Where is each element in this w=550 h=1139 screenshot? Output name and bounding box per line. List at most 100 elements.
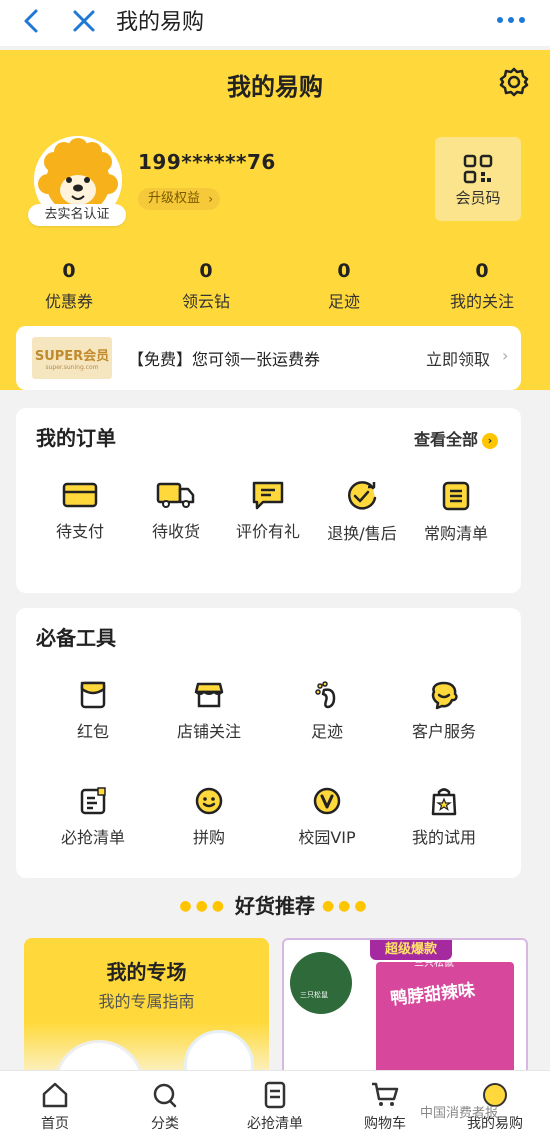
order-review[interactable]: 评价有礼: [218, 480, 318, 542]
user-phone: 199******76: [138, 150, 276, 174]
recommend-heading: ●●● 好货推荐 ●●●: [0, 890, 550, 919]
tool-label: 我的试用: [411, 828, 476, 847]
member-code-button[interactable]: 会员码: [435, 137, 521, 221]
page-title: 我的易购: [227, 73, 323, 101]
claim-now-link[interactable]: 立即领取: [426, 346, 490, 370]
tool-campus-vip[interactable]: 校园VIP: [277, 786, 377, 848]
chevron-right-icon: ›: [482, 433, 499, 449]
vip-icon: [313, 787, 341, 815]
stat-label: 优惠券: [44, 292, 93, 311]
tool-label: 拼购: [192, 828, 225, 847]
brand-logo: [290, 952, 352, 1014]
order-item-label: 待支付: [55, 522, 104, 541]
tool-footprint[interactable]: 足迹: [277, 680, 377, 742]
order-pending-receipt[interactable]: 待收货: [126, 480, 226, 542]
tool-label: 红包: [76, 722, 109, 741]
tool-my-trial[interactable]: 我的试用: [394, 786, 494, 848]
tool-red-packet[interactable]: 红包: [43, 680, 143, 742]
group-buy-icon: [195, 787, 223, 815]
decor-dots: ●●●: [179, 898, 229, 914]
order-item-label: 常购清单: [423, 524, 488, 543]
checklist-icon: [80, 787, 106, 815]
list-icon: [264, 1081, 286, 1109]
brand-label: 三只松鼠: [300, 991, 328, 999]
search-icon: [153, 1083, 177, 1108]
truck-icon: [156, 482, 195, 508]
order-pending-payment[interactable]: 待支付: [30, 480, 130, 542]
watermark: 中国消费者报: [420, 1106, 499, 1121]
tool-label: 校园VIP: [298, 828, 356, 847]
view-all-label: 查看全部: [414, 430, 479, 449]
chevron-right-icon: ›: [502, 346, 509, 365]
special-title: 我的专场: [106, 960, 187, 984]
comment-icon: [252, 481, 284, 510]
shipping-coupon-promo[interactable]: SUPER会员 super.suning.com 【免费】您可领一张运费券 立即…: [16, 326, 521, 390]
stat-diamonds[interactable]: 0 领云钻: [151, 260, 261, 312]
tab-category[interactable]: 分类: [120, 1081, 210, 1133]
order-item-label: 评价有礼: [235, 522, 300, 541]
tool-label: 客户服务: [411, 722, 476, 741]
order-item-label: 退换/售后: [327, 524, 397, 543]
stat-label: 我的关注: [449, 292, 514, 311]
top-nav-bar: 我的易购: [0, 0, 550, 46]
stat-label: 足迹: [327, 292, 360, 311]
tool-label: 足迹: [310, 722, 343, 741]
trial-bag-icon: [431, 788, 457, 816]
settings-icon[interactable]: [498, 66, 530, 98]
essential-tools-card: 必备工具 红包 店铺关注 足迹 客户服务 必抢清单 拼购 校园VIP 我的试用: [16, 608, 521, 878]
back-icon[interactable]: [20, 6, 44, 36]
orders-title: 我的订单: [36, 426, 116, 450]
tab-label: 首页: [41, 1116, 69, 1132]
my-special-card[interactable]: 我的专场 我的专属指南: [24, 938, 269, 1078]
view-all-orders-link[interactable]: 查看全部 ›: [414, 426, 499, 450]
order-refund[interactable]: 退换/售后: [312, 480, 412, 544]
tool-customer-service[interactable]: 客户服务: [394, 680, 494, 742]
stat-value: 0: [337, 260, 351, 282]
more-icon[interactable]: [496, 12, 526, 28]
special-subtitle: 我的专属指南: [98, 992, 195, 1011]
store-icon: [194, 682, 224, 708]
recommend-title: 好货推荐: [235, 894, 315, 918]
tool-must-grab-list[interactable]: 必抢清单: [43, 786, 143, 848]
nav-title: 我的易购: [116, 10, 205, 35]
close-icon[interactable]: [70, 6, 98, 36]
tab-home[interactable]: 首页: [10, 1081, 100, 1133]
tool-label: 店铺关注: [176, 722, 241, 741]
tab-cart[interactable]: 购物车: [340, 1081, 430, 1133]
tools-title: 必备工具: [36, 626, 116, 650]
qr-code-icon: [463, 154, 493, 184]
refund-icon: [348, 481, 377, 510]
super-member-badge: SUPER会员 super.suning.com: [32, 337, 112, 379]
tab-label: 购物车: [364, 1116, 406, 1132]
footprint-icon: [315, 681, 336, 709]
upgrade-benefits-button[interactable]: 升级权益 ›: [138, 188, 221, 210]
red-packet-icon: [80, 681, 106, 709]
stat-label: 领云钻: [181, 292, 230, 311]
stat-coupons[interactable]: 0 优惠券: [14, 260, 124, 312]
product-card[interactable]: 三只松鼠 三只松鼠 鸭脖甜辣味 超级爆款: [282, 938, 528, 1078]
order-item-label: 待收货: [151, 522, 200, 541]
super-badge-sub: super.suning.com: [45, 364, 99, 371]
tab-label: 必抢清单: [247, 1116, 303, 1132]
tool-label: 必抢清单: [60, 828, 125, 847]
order-frequent-list[interactable]: 常购清单: [406, 480, 506, 544]
hot-deal-badge: 超级爆款: [370, 940, 452, 960]
home-icon: [42, 1082, 68, 1108]
list-icon: [442, 481, 470, 511]
realname-verify-button[interactable]: 去实名认证: [28, 204, 126, 226]
stat-value: 0: [199, 260, 213, 282]
tool-group-buy[interactable]: 拼购: [159, 786, 259, 848]
card-icon: [62, 482, 98, 508]
stat-footprints[interactable]: 0 足迹: [289, 260, 399, 312]
tool-store-follow[interactable]: 店铺关注: [159, 680, 259, 742]
promo-text: 【免费】您可领一张运费券: [128, 350, 321, 369]
service-icon: [431, 681, 458, 710]
stat-follows[interactable]: 0 我的关注: [427, 260, 537, 312]
tab-label: 分类: [151, 1116, 179, 1132]
stat-value: 0: [62, 260, 76, 282]
chevron-right-icon: ›: [208, 192, 214, 206]
upgrade-label: 升级权益: [148, 191, 201, 206]
member-code-label: 会员码: [455, 189, 501, 207]
tab-must-grab[interactable]: 必抢清单: [230, 1081, 320, 1133]
decor-dots: ●●●: [321, 898, 371, 914]
